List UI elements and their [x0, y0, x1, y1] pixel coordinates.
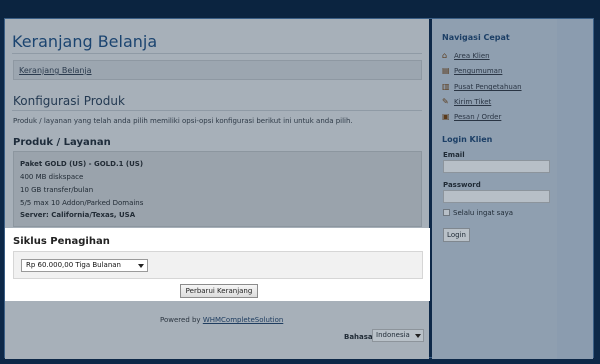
powered-by: Powered by WHMCompleteSolution [160, 316, 283, 324]
sidebar-edge [557, 19, 593, 359]
sidebar-item-label: Pengumuman [454, 67, 503, 75]
sidebar-item-label: Kirim Tiket [454, 98, 492, 106]
billing-cycle-value: Rp 60.000,00 Tiga Bulanan [26, 261, 121, 269]
product-name: Paket GOLD (US) - GOLD.1 (US) [20, 160, 144, 168]
divider [12, 53, 422, 54]
sidebar-item-label: Pusat Pengetahuan [454, 83, 522, 91]
powered-prefix: Powered by [160, 316, 201, 324]
login-heading: Login Klien [442, 135, 493, 144]
divider [12, 110, 422, 111]
product-server: Server: California/Texas, USA [20, 211, 136, 219]
language-label: Bahasa: [344, 333, 376, 341]
email-field[interactable] [443, 160, 550, 173]
page-title: Keranjang Belanja [12, 32, 158, 51]
book-icon: ▥ [442, 82, 450, 91]
sidebar-item-label: Pesan / Order [454, 113, 502, 121]
quick-nav-heading: Navigasi Cepat [442, 33, 510, 42]
ticket-icon: ✎ [442, 97, 449, 106]
cart-icon: ▣ [442, 112, 450, 121]
language-value: Indonesia [376, 331, 410, 339]
chevron-down-icon [138, 264, 144, 268]
email-label: Email [443, 151, 465, 159]
intro-text: Produk / layanan yang telah anda pilih m… [13, 117, 353, 125]
section-title: Konfigurasi Produk [13, 94, 125, 108]
product-heading: Produk / Layanan [13, 137, 111, 148]
product-detail: 5/5 max 10 Addon/Parked Domains [20, 199, 144, 207]
product-detail: 400 MB diskspace [20, 173, 84, 181]
password-label: Password [443, 181, 481, 189]
chevron-down-icon [415, 334, 421, 338]
top-bar [0, 0, 600, 20]
home-icon: ⌂ [442, 51, 448, 60]
whmcs-link[interactable]: WHMCompleteSolution [203, 316, 283, 324]
password-field[interactable] [443, 190, 550, 203]
language-select[interactable]: Indonesia [372, 329, 424, 342]
remember-me-checkbox[interactable] [443, 209, 450, 216]
billing-cycle-heading: Siklus Penagihan [13, 236, 110, 247]
billing-cycle-select[interactable]: Rp 60.000,00 Tiga Bulanan [21, 259, 148, 272]
sidebar-item-label: Area Klien [454, 52, 490, 60]
remember-me-label: Selalu ingat saya [453, 209, 514, 217]
update-cart-button[interactable]: Perbarui Keranjang [180, 284, 258, 298]
login-button[interactable]: Login [443, 228, 470, 242]
product-detail: 10 GB transfer/bulan [20, 186, 94, 194]
announcement-icon: ▤ [442, 66, 450, 75]
breadcrumb-link[interactable]: Keranjang Belanja [19, 66, 92, 75]
